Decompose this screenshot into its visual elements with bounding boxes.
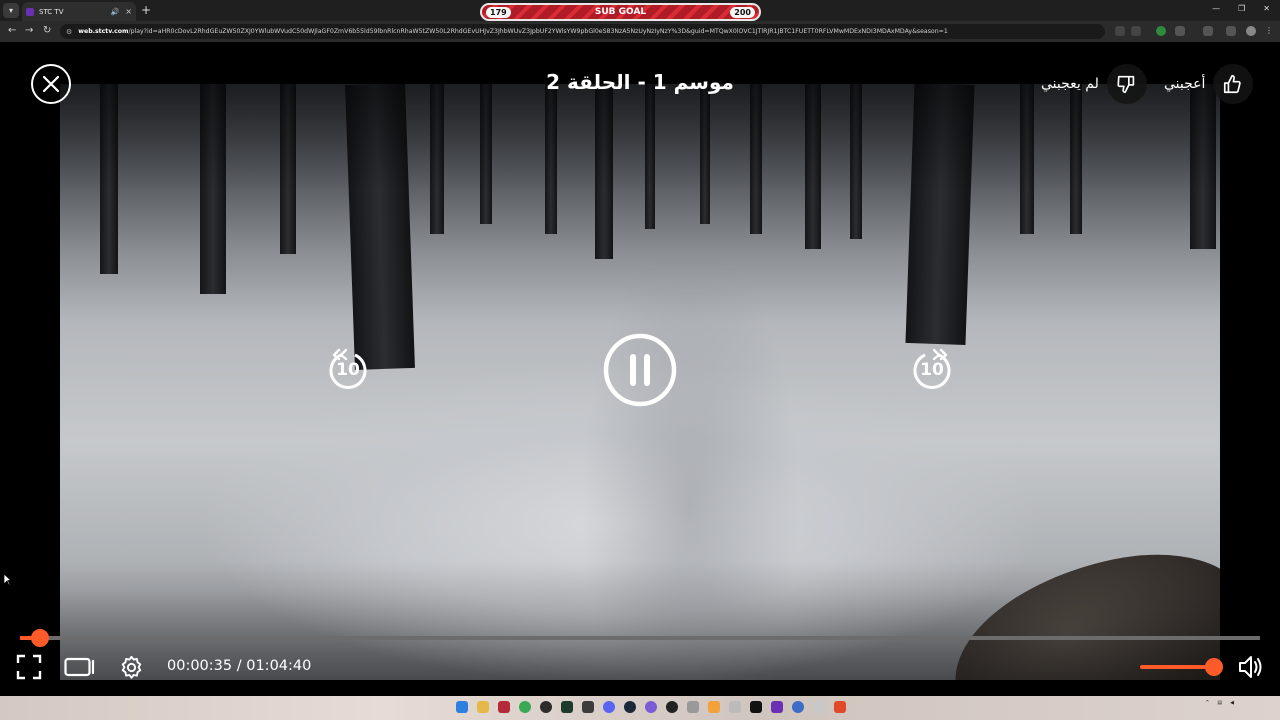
stctv-favicon-icon bbox=[26, 7, 34, 16]
start-icon[interactable] bbox=[456, 701, 468, 713]
gear-icon bbox=[121, 655, 142, 679]
like-group: أعجبني bbox=[1164, 64, 1254, 104]
pause-icon bbox=[603, 333, 677, 407]
reload-icon[interactable]: ↻ bbox=[43, 25, 51, 36]
app-icon[interactable] bbox=[792, 701, 804, 713]
file-explorer-icon[interactable] bbox=[477, 701, 489, 713]
duration: 01:04:40 bbox=[246, 658, 312, 674]
sub-goal-current: 179 bbox=[486, 6, 511, 18]
current-time: 00:00:35 bbox=[167, 658, 233, 674]
steam-icon[interactable] bbox=[624, 701, 636, 713]
close-button[interactable] bbox=[31, 64, 71, 104]
tab-close-icon[interactable]: × bbox=[125, 7, 132, 16]
url-text: web.stctv.com/play?id=aHR0cDovL2RhdGEuZW… bbox=[78, 28, 948, 35]
rewind-seconds: 10 bbox=[336, 360, 360, 380]
tab-search-icon[interactable]: ▾ bbox=[3, 3, 19, 18]
network-icon[interactable]: ▤ bbox=[1217, 700, 1222, 706]
time-separator: / bbox=[232, 658, 247, 674]
pause-button[interactable] bbox=[602, 332, 678, 408]
browser-tab[interactable]: STC TV 🔊 × bbox=[22, 2, 136, 21]
profile-avatar-icon[interactable] bbox=[1246, 26, 1256, 36]
extension-icon[interactable] bbox=[1226, 26, 1236, 36]
os-taskbar: ^ ▤ ◀ bbox=[0, 696, 1280, 720]
sub-goal-overlay: 179 SUB GOAL 200 bbox=[480, 3, 761, 21]
progress-handle[interactable] bbox=[30, 629, 49, 647]
site-info-icon[interactable]: ⚙ bbox=[66, 28, 72, 36]
app-icon[interactable] bbox=[498, 701, 510, 713]
app-icon[interactable] bbox=[750, 701, 762, 713]
sub-goal-target: 200 bbox=[730, 6, 755, 18]
sub-goal-label: SUB GOAL bbox=[594, 7, 647, 17]
new-tab-button[interactable]: + bbox=[141, 3, 151, 17]
app-icon[interactable] bbox=[708, 701, 720, 713]
app-icon[interactable] bbox=[771, 701, 783, 713]
browser-menu-icon[interactable]: ⋮ bbox=[1265, 26, 1273, 36]
dislike-group: لم يعجبني bbox=[1041, 64, 1147, 104]
forward-seconds: 10 bbox=[920, 360, 944, 380]
time-display: 00:00:35 / 01:04:40 bbox=[167, 658, 311, 674]
theater-mode-button[interactable] bbox=[64, 657, 96, 681]
player-controls: 00:00:35 / 01:04:40 bbox=[0, 646, 1280, 696]
volume-slider[interactable] bbox=[1140, 658, 1223, 676]
taskbar-apps bbox=[456, 701, 846, 713]
app-icon[interactable] bbox=[540, 701, 552, 713]
app-icon[interactable] bbox=[582, 701, 594, 713]
theater-mode-icon bbox=[64, 657, 95, 677]
volume-icon bbox=[1239, 656, 1262, 678]
terminal-icon[interactable] bbox=[561, 701, 573, 713]
thumbs-up-icon bbox=[1224, 74, 1242, 94]
window-close-icon[interactable]: ✕ bbox=[1263, 4, 1270, 13]
volume-button[interactable] bbox=[1237, 654, 1265, 684]
window-controls: — ❐ ✕ bbox=[1212, 4, 1270, 13]
install-app-icon[interactable] bbox=[1115, 26, 1125, 36]
forward-button[interactable]: 10 bbox=[910, 346, 954, 392]
mouse-cursor-icon bbox=[4, 574, 12, 586]
chrome-icon[interactable] bbox=[519, 701, 531, 713]
app-icon[interactable] bbox=[813, 701, 825, 713]
tab-title: STC TV bbox=[39, 7, 64, 16]
fullscreen-icon bbox=[16, 654, 42, 680]
forward-nav-icon[interactable]: → bbox=[25, 25, 33, 36]
back-icon[interactable]: ← bbox=[8, 25, 16, 36]
browser-toolbar: ← → ↻ ⚙ web.stctv.com/play?id=aHR0cDovL2… bbox=[0, 21, 1280, 42]
settings-button[interactable] bbox=[119, 655, 144, 684]
tray-chevron-icon[interactable]: ^ bbox=[1205, 700, 1209, 706]
discord-icon[interactable] bbox=[603, 701, 615, 713]
app-icon[interactable] bbox=[666, 701, 678, 713]
dislike-button[interactable] bbox=[1106, 64, 1147, 104]
dislike-label: لم يعجبني bbox=[1041, 76, 1099, 92]
app-icon[interactable] bbox=[729, 701, 741, 713]
minimize-icon[interactable]: — bbox=[1212, 4, 1220, 13]
episode-title: موسم 1 - الحلقة 2 bbox=[546, 70, 734, 94]
bookmark-star-icon[interactable] bbox=[1131, 26, 1141, 36]
app-icon[interactable] bbox=[687, 701, 699, 713]
address-bar[interactable]: ⚙ web.stctv.com/play?id=aHR0cDovL2RhdGEu… bbox=[60, 24, 1105, 39]
system-tray: ^ ▤ ◀ bbox=[1205, 700, 1234, 706]
maximize-icon[interactable]: ❐ bbox=[1238, 4, 1245, 13]
volume-handle[interactable] bbox=[1205, 658, 1223, 676]
tab-audio-icon[interactable]: 🔊 bbox=[111, 8, 120, 16]
app-icon[interactable] bbox=[645, 701, 657, 713]
extensions-puzzle-icon[interactable] bbox=[1175, 26, 1185, 36]
rewind-button[interactable]: 10 bbox=[326, 346, 370, 392]
brave-icon[interactable] bbox=[834, 701, 846, 713]
extension-icon[interactable] bbox=[1156, 26, 1166, 36]
extension-icon[interactable] bbox=[1203, 26, 1213, 36]
like-label: أعجبني bbox=[1164, 76, 1206, 92]
browser-tab-strip: ▾ STC TV 🔊 × + 179 SUB GOAL 200 — ❐ ✕ bbox=[0, 0, 1280, 21]
fullscreen-button[interactable] bbox=[16, 654, 42, 684]
progress-bar[interactable] bbox=[20, 629, 1260, 647]
thumbs-down-icon bbox=[1117, 75, 1135, 94]
close-icon bbox=[42, 75, 60, 93]
like-button[interactable] bbox=[1213, 64, 1254, 104]
speaker-icon[interactable]: ◀ bbox=[1230, 700, 1234, 706]
